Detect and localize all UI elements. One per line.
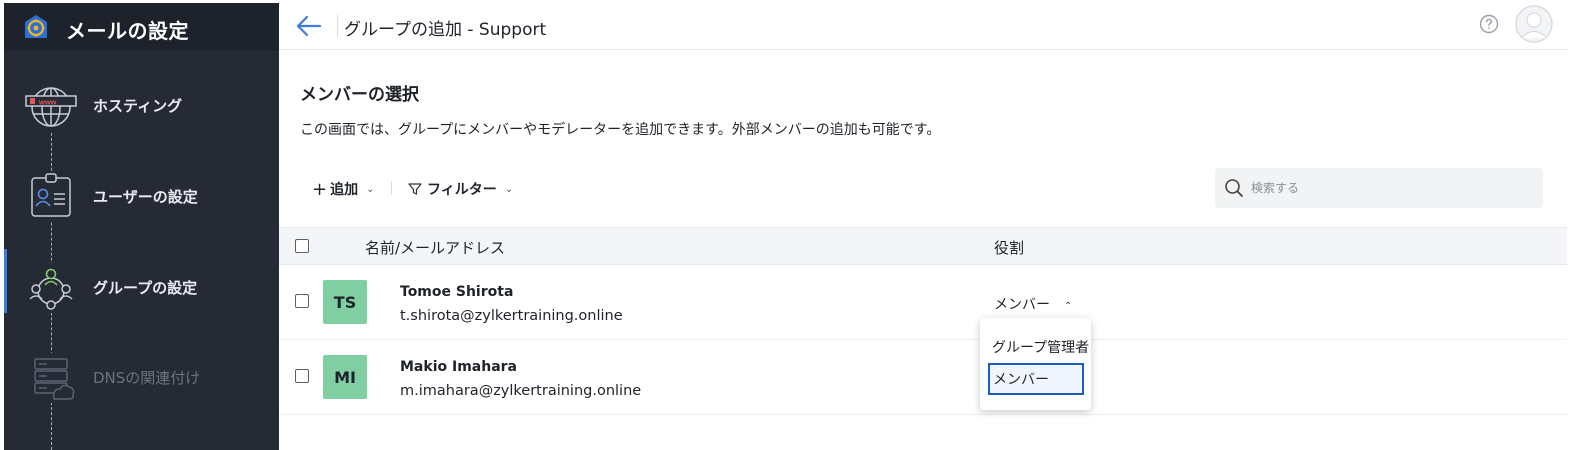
filter-button[interactable]: フィルター ⌄ <box>408 177 513 201</box>
add-label: 追加 <box>330 182 359 198</box>
search-box[interactable] <box>1215 168 1543 208</box>
search-icon <box>1225 179 1243 197</box>
role-value: メンバー <box>994 297 1050 313</box>
main-panel: グループの追加 - Support メンバーの選択 この画面では、グループにメン… <box>279 3 1567 450</box>
plus-icon: + <box>312 178 328 200</box>
step-dns[interactable]: DNSの関連付け <box>4 339 279 419</box>
member-avatar: MI <box>323 355 367 399</box>
step-label: ユーザーの設定 <box>93 188 198 206</box>
help-circle-icon[interactable] <box>1479 14 1499 34</box>
member-email: t.shirota@zylkertraining.online <box>400 308 623 324</box>
step-user-settings[interactable]: ユーザーの設定 <box>4 158 279 238</box>
globe-www-icon: www <box>24 81 78 131</box>
group-network-icon <box>24 263 78 313</box>
dns-server-icon <box>24 353 78 403</box>
arrow-left-icon[interactable] <box>294 11 324 41</box>
member-name: Tomoe Shirota <box>400 284 514 300</box>
id-card-icon <box>24 172 78 222</box>
sidebar: メールの設定 www ホスティング ユーザーの設定 グループの設定 DNSの関連… <box>4 3 279 450</box>
row-checkbox[interactable] <box>295 294 309 308</box>
step-label: グループの設定 <box>93 279 198 297</box>
member-avatar: TS <box>323 280 367 324</box>
chevron-down-icon: ⌄ <box>504 183 514 195</box>
row-checkbox[interactable] <box>295 369 309 383</box>
page-title: グループの追加 - Support <box>344 20 547 40</box>
table-row: MI Makio Imahara m.imahara@zylkertrainin… <box>279 340 1567 415</box>
role-option-group-admin[interactable]: グループ管理者 <box>992 331 1089 363</box>
toolbar-divider <box>391 181 392 195</box>
sidebar-header: メールの設定 <box>4 3 279 51</box>
search-input[interactable] <box>1251 176 1531 200</box>
avatar-silhouette-icon <box>1515 5 1553 43</box>
column-header-role: 役割 <box>994 239 1025 257</box>
header-divider <box>337 15 338 37</box>
table-header: 名前/メールアドレス 役割 <box>279 227 1567 265</box>
filter-icon <box>408 183 422 195</box>
user-avatar-icon[interactable] <box>1515 5 1553 43</box>
table-row: TS Tomoe Shirota t.shirota@zylkertrainin… <box>279 265 1567 340</box>
select-all-checkbox[interactable] <box>295 239 309 253</box>
step-label: DNSの関連付け <box>93 369 201 387</box>
role-dropdown-menu: グループ管理者 メンバー <box>980 318 1091 410</box>
add-button[interactable]: + 追加 ⌄ <box>312 177 374 201</box>
step-hosting[interactable]: www ホスティング <box>4 67 279 147</box>
section-title: メンバーの選択 <box>300 85 419 105</box>
svg-text:www: www <box>38 98 57 107</box>
column-header-name: 名前/メールアドレス <box>365 239 506 257</box>
chevron-up-icon: ⌃ <box>1064 301 1073 312</box>
role-option-member[interactable]: メンバー <box>988 363 1084 395</box>
member-email: m.imahara@zylkertraining.online <box>400 383 642 399</box>
step-group-settings[interactable]: グループの設定 <box>4 249 279 329</box>
member-name: Makio Imahara <box>400 359 517 375</box>
section-description: この画面では、グループにメンバーやモデレーターを追加できます。外部メンバーの追加… <box>300 122 941 138</box>
filter-label: フィルター <box>427 182 497 198</box>
app-title: メールの設定 <box>66 19 189 43</box>
step-label: ホスティング <box>93 97 183 115</box>
mail-settings-logo-icon <box>25 15 47 38</box>
role-select[interactable]: メンバー ⌃ <box>994 294 1072 314</box>
top-bar: グループの追加 - Support <box>279 3 1567 50</box>
chevron-down-icon: ⌄ <box>366 183 375 195</box>
